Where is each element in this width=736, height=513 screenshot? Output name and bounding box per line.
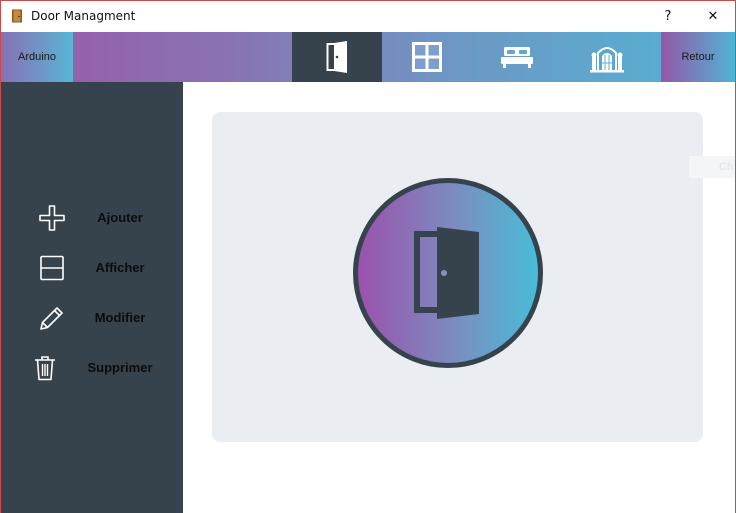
- top-navigation: Arduino Retour: [1, 32, 735, 82]
- trash-icon: [30, 355, 60, 381]
- hero-badge: [353, 178, 543, 368]
- tab-windows[interactable]: [382, 32, 472, 82]
- app-window: Door Managment ? ✕ Arduino Retour Ajoute…: [0, 0, 736, 513]
- sidebar-item-label: Supprimer: [87, 360, 153, 375]
- sidebar-item-label: Afficher: [95, 260, 145, 275]
- sidebar-item-ajouter[interactable]: Ajouter: [1, 198, 183, 238]
- pencil-icon: [37, 305, 67, 331]
- list-icon: [37, 255, 67, 281]
- sidebar-item-afficher[interactable]: Afficher: [1, 248, 183, 288]
- window-icon: [412, 42, 442, 72]
- sidebar-item-supprimer[interactable]: Supprimer: [1, 348, 183, 388]
- door-app-icon: [12, 9, 22, 23]
- door-icon: [326, 41, 347, 73]
- arduino-button[interactable]: Arduino: [1, 32, 73, 82]
- sidebar-item-modifier[interactable]: Modifier: [1, 298, 183, 338]
- close-button[interactable]: ✕: [693, 1, 733, 32]
- house-icon: [590, 47, 624, 73]
- title-bar: Door Managment ? ✕: [1, 1, 735, 32]
- door-icon: [414, 227, 479, 319]
- main-content: Ch: [183, 82, 735, 513]
- ghost-tooltip: Ch: [689, 156, 735, 178]
- sidebar-item-label: Modifier: [94, 310, 146, 325]
- window-title: Door Managment: [31, 9, 136, 23]
- tab-house[interactable]: [562, 32, 652, 82]
- tab-rooms[interactable]: [472, 32, 562, 82]
- retour-button[interactable]: Retour: [661, 32, 735, 82]
- sidebar-item-label: Ajouter: [97, 210, 143, 225]
- tab-doors[interactable]: [292, 32, 382, 82]
- help-button[interactable]: ?: [648, 1, 688, 32]
- sidebar: Ajouter Afficher Modifier Supprimer: [1, 82, 183, 513]
- plus-icon: [37, 205, 67, 231]
- bed-icon: [501, 47, 533, 68]
- content-panel: [212, 112, 703, 442]
